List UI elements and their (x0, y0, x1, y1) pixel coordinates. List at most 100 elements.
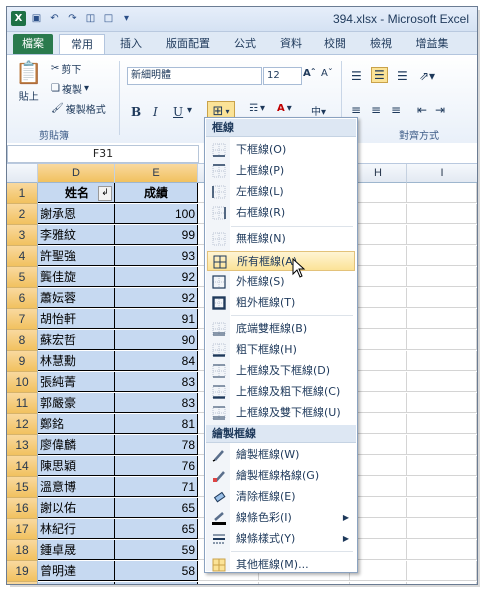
empty-cell[interactable] (407, 414, 477, 434)
row-header[interactable]: 16 (7, 498, 38, 519)
tab-add-ins[interactable]: 增益集 (407, 34, 457, 54)
row-header[interactable]: 14 (7, 456, 38, 477)
row-header[interactable]: 2 (7, 204, 38, 225)
menu-item-top-double-bottom-border[interactable]: 上框線及雙下框線(U) (207, 403, 355, 423)
cell-name[interactable]: 蘇宏哲 (38, 330, 115, 350)
row-header[interactable]: 7 (7, 309, 38, 330)
cell-name[interactable]: 胡怡軒 (38, 309, 115, 329)
empty-cell[interactable] (407, 288, 477, 308)
cut-button[interactable]: ✂ 剪下 (51, 61, 81, 76)
name-box[interactable]: F31 (7, 145, 199, 163)
customize-qat-icon[interactable]: ▾ (119, 11, 134, 26)
cell-name[interactable]: 謝承恩 (38, 204, 115, 224)
bold-button[interactable]: B (131, 105, 141, 119)
empty-cell[interactable] (350, 393, 407, 413)
align-bottom-button[interactable]: ☰ (397, 69, 408, 83)
align-left-button[interactable]: ≡ (351, 103, 361, 117)
empty-cell[interactable] (350, 351, 407, 371)
menu-item-outside-borders[interactable]: 外框線(S) (207, 272, 355, 292)
empty-cell[interactable] (350, 288, 407, 308)
cell-name[interactable]: 張純菁 (38, 372, 115, 392)
row-header[interactable]: 4 (7, 246, 38, 267)
empty-cell[interactable] (198, 582, 259, 584)
font-name-box[interactable]: 新細明體 (127, 67, 262, 85)
cell-name[interactable]: 許聖強 (38, 246, 115, 266)
empty-cell[interactable] (350, 309, 407, 329)
menu-item-thick-box-border[interactable]: 粗外框線(T) (207, 293, 355, 313)
redo-icon[interactable]: ↷ (65, 11, 80, 26)
new-icon[interactable]: □ (101, 11, 116, 26)
format-painter-button[interactable]: 🖌 複製格式 (51, 101, 106, 116)
column-header-d[interactable]: D (38, 164, 115, 183)
empty-cell[interactable] (350, 414, 407, 434)
cell-name[interactable]: 蕭妘蓉 (38, 288, 115, 308)
empty-cell[interactable] (407, 330, 477, 350)
empty-cell[interactable] (350, 456, 407, 476)
align-center-button[interactable]: ≡ (371, 103, 381, 117)
menu-item-bottom-double-border[interactable]: 底端雙框線(B) (207, 319, 355, 339)
empty-cell[interactable] (350, 561, 407, 581)
empty-cell[interactable] (350, 225, 407, 245)
empty-cell[interactable] (407, 246, 477, 266)
align-right-button[interactable]: ≡ (391, 103, 401, 117)
row-header[interactable]: 17 (7, 519, 38, 540)
cell-name[interactable]: 郭嚴豪 (38, 393, 115, 413)
empty-cell[interactable] (259, 582, 350, 584)
cell-name[interactable]: 溫意博 (38, 477, 115, 497)
column-header-i[interactable]: I (407, 164, 477, 183)
copy-button[interactable]: ❏ 複製 ▾ (51, 81, 89, 96)
phonetic-button[interactable]: 中▾ (311, 103, 326, 118)
row-header[interactable]: 20 (7, 582, 38, 584)
empty-cell[interactable] (350, 330, 407, 350)
empty-cell[interactable] (350, 498, 407, 518)
row-header[interactable]: 9 (7, 351, 38, 372)
tab-file[interactable]: 檔案 (13, 34, 53, 54)
empty-cell[interactable] (350, 435, 407, 455)
menu-item-right-border[interactable]: 右框線(R) (207, 203, 355, 223)
cell-score[interactable]: 76 (115, 456, 198, 476)
cell-name[interactable]: 龔佳旋 (38, 267, 115, 287)
cell-score[interactable]: 58 (115, 582, 198, 584)
tab-page-layout[interactable]: 版面配置 (157, 34, 219, 54)
cell-score[interactable]: 100 (115, 204, 198, 224)
fill-color-button[interactable]: ☶ ▾ (249, 103, 265, 114)
cell-score[interactable]: 59 (115, 540, 198, 560)
cell-score[interactable]: 58 (115, 561, 198, 581)
empty-cell[interactable] (350, 204, 407, 224)
font-size-box[interactable]: 12 (263, 67, 302, 85)
cell-name[interactable]: 江孟哲 (38, 582, 115, 584)
empty-cell[interactable] (407, 309, 477, 329)
open-icon[interactable]: ◫ (83, 11, 98, 26)
cell-score[interactable]: 81 (115, 414, 198, 434)
cell-name[interactable]: 李雅紋 (38, 225, 115, 245)
empty-cell[interactable] (350, 246, 407, 266)
orientation-button[interactable]: ⇗▾ (419, 69, 435, 83)
undo-icon[interactable]: ↶ (47, 11, 62, 26)
cell-name[interactable]: 鍾卓晟 (38, 540, 115, 560)
cell-name[interactable]: 鄭銘 (38, 414, 115, 434)
align-middle-button[interactable]: ☰ (371, 67, 388, 83)
cell-score[interactable]: 83 (115, 393, 198, 413)
menu-item-line-color[interactable]: 線條色彩(I) ▶ (207, 508, 355, 528)
row-header[interactable]: 13 (7, 435, 38, 456)
tab-formulas[interactable]: 公式 (225, 34, 265, 54)
empty-cell[interactable] (407, 267, 477, 287)
menu-item-top-bottom-border[interactable]: 上框線及下框線(D) (207, 361, 355, 381)
menu-item-top-border[interactable]: 上框線(P) (207, 161, 355, 181)
row-header[interactable]: 5 (7, 267, 38, 288)
menu-item-draw-border-grid[interactable]: 繪製框線格線(G) (207, 466, 355, 486)
cell-score[interactable]: 93 (115, 246, 198, 266)
empty-cell[interactable] (350, 519, 407, 539)
cell-score[interactable]: 84 (115, 351, 198, 371)
menu-item-no-border[interactable]: 無框線(N) (207, 229, 355, 249)
menu-item-top-thick-bottom-border[interactable]: 上框線及粗下框線(C) (207, 382, 355, 402)
cell-score[interactable]: 65 (115, 519, 198, 539)
cell-name[interactable]: 陳思穎 (38, 456, 115, 476)
paste-button[interactable]: 📋 貼上 (15, 61, 42, 103)
grow-font-button[interactable]: Aˆ (303, 68, 316, 79)
tab-review[interactable]: 校閱 (315, 34, 355, 54)
cell-score[interactable]: 91 (115, 309, 198, 329)
empty-cell[interactable] (407, 435, 477, 455)
cell-score[interactable]: 92 (115, 267, 198, 287)
underline-dropdown-icon[interactable]: ▾ (187, 105, 192, 116)
